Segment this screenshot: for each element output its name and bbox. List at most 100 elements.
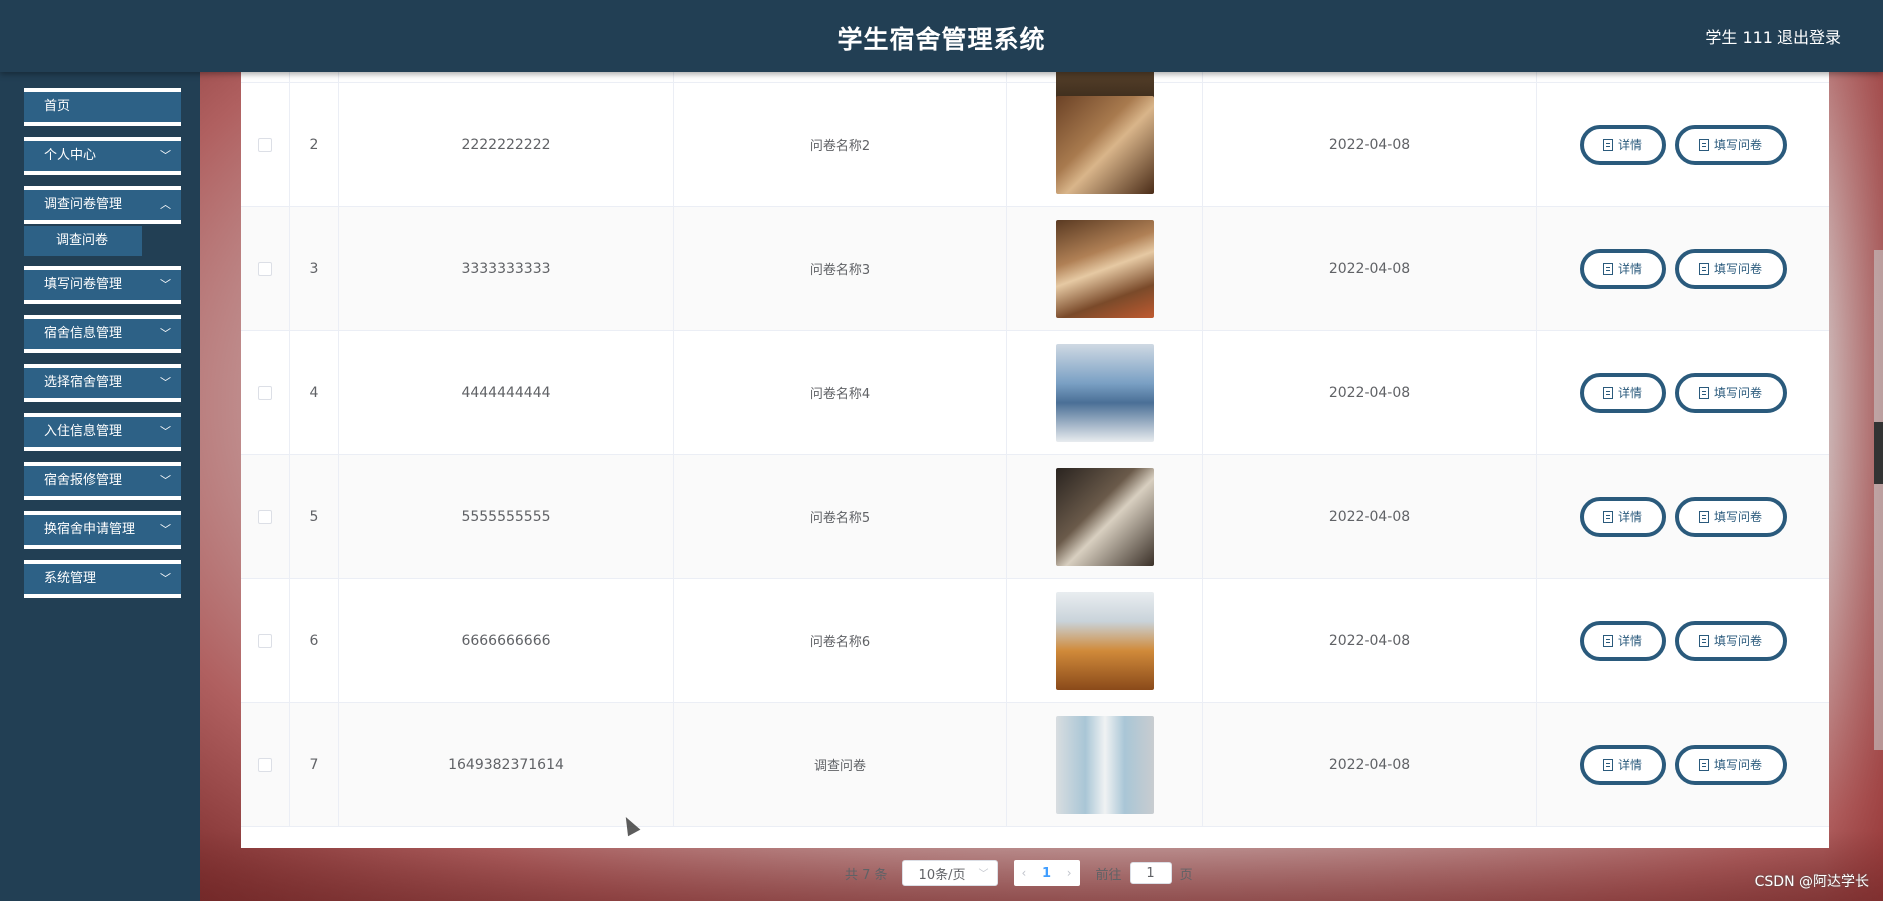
fill-survey-button[interactable]: 填写问卷 <box>1674 124 1787 165</box>
pagination: 共 7 条 10条/页 ﹀ ‹ 1 › 前往 页 <box>845 859 1193 887</box>
dorm-photo <box>1055 715 1154 814</box>
row-index: 3 <box>290 207 339 330</box>
row-index: 6 <box>290 579 339 702</box>
goto-prefix: 前往 <box>1095 867 1122 883</box>
row-checkbox[interactable] <box>258 261 272 276</box>
sidebar-item-dorm-info-management[interactable]: 宿舍信息管理 ﹀ <box>24 315 181 353</box>
sidebar-item-select-dorm-management[interactable]: 选择宿舍管理 ﹀ <box>24 364 181 402</box>
next-page-icon[interactable]: › <box>1067 866 1072 880</box>
survey-name: 问卷名称3 <box>674 207 1007 330</box>
chevron-down-icon: ﹀ <box>160 523 171 536</box>
current-page[interactable]: 1 <box>1042 866 1051 881</box>
scrollbar-track[interactable] <box>1874 250 1883 750</box>
chevron-down-icon: ﹀ <box>160 572 171 585</box>
survey-number: 4444444444 <box>339 331 674 454</box>
table-row: 2 2222222222 问卷名称2 2022-04-08 详情 填写问卷 <box>241 83 1829 207</box>
survey-name: 问卷名称2 <box>674 83 1007 206</box>
dorm-photo <box>1055 95 1154 194</box>
fill-survey-button[interactable]: 填写问卷 <box>1674 248 1787 289</box>
sidebar-item-label: 宿舍信息管理 <box>44 326 123 341</box>
sidebar-item-home[interactable]: 首页 <box>24 88 181 126</box>
dorm-photo <box>1055 343 1154 442</box>
survey-name: 问卷名称4 <box>674 331 1007 454</box>
pagination-total: 共 7 条 <box>845 867 888 883</box>
app-title: 学生宿舍管理系统 <box>837 25 1046 54</box>
sidebar-item-survey-management[interactable]: 调查问卷管理 ︿ <box>24 186 181 224</box>
sidebar-item-label: 选择宿舍管理 <box>44 375 123 390</box>
document-icon <box>1602 510 1613 523</box>
table-row <box>241 72 1829 105</box>
dorm-photo <box>1055 591 1154 690</box>
dorm-photo <box>1055 219 1154 318</box>
detail-button[interactable]: 详情 <box>1579 496 1666 537</box>
row-checkbox[interactable] <box>258 757 272 772</box>
document-icon <box>1602 634 1613 647</box>
row-index: 7 <box>290 703 339 826</box>
chevron-down-icon: ﹀ <box>160 474 171 487</box>
sidebar-item-label: 调查问卷管理 <box>44 197 123 212</box>
document-icon <box>1698 386 1709 399</box>
document-icon <box>1602 138 1613 151</box>
detail-button[interactable]: 详情 <box>1579 620 1666 661</box>
row-checkbox[interactable] <box>258 509 272 524</box>
chevron-down-icon: ﹀ <box>160 327 171 340</box>
main-content: 2 2222222222 问卷名称2 2022-04-08 详情 填写问卷 3 … <box>200 72 1883 901</box>
sidebar-subitem-survey[interactable]: 调查问卷 <box>24 226 142 256</box>
survey-name: 问卷名称5 <box>674 455 1007 578</box>
sidebar-item-label: 填写问卷管理 <box>44 277 123 292</box>
sidebar-item-repair-management[interactable]: 宿舍报修管理 ﹀ <box>24 462 181 500</box>
sidebar-item-personal-center[interactable]: 个人中心 ﹀ <box>24 137 181 175</box>
prev-page-icon[interactable]: ‹ <box>1022 866 1027 880</box>
detail-button[interactable]: 详情 <box>1579 372 1666 413</box>
survey-name: 调查问卷 <box>674 703 1007 826</box>
document-icon <box>1698 138 1709 151</box>
goto-page-input[interactable] <box>1129 862 1172 884</box>
chevron-down-icon: ﹀ <box>160 376 171 389</box>
sidebar-item-label: 入住信息管理 <box>44 424 123 439</box>
chevron-down-icon: ﹀ <box>978 869 989 880</box>
fill-survey-button[interactable]: 填写问卷 <box>1674 372 1787 413</box>
sidebar-item-checkin-management[interactable]: 入住信息管理 ﹀ <box>24 413 181 451</box>
document-icon <box>1698 634 1709 647</box>
sidebar-item-fill-survey-management[interactable]: 填写问卷管理 ﹀ <box>24 266 181 304</box>
fill-survey-button[interactable]: 填写问卷 <box>1674 744 1787 785</box>
row-index: 5 <box>290 455 339 578</box>
row-checkbox[interactable] <box>258 385 272 400</box>
table-row: 4 4444444444 问卷名称4 2022-04-08 详情 填写问卷 <box>241 331 1829 455</box>
row-index: 2 <box>290 83 339 206</box>
survey-date: 2022-04-08 <box>1203 83 1537 206</box>
detail-button[interactable]: 详情 <box>1579 744 1666 785</box>
sidebar-item-system-management[interactable]: 系统管理 ﹀ <box>24 560 181 598</box>
survey-table: 2 2222222222 问卷名称2 2022-04-08 详情 填写问卷 3 … <box>241 72 1829 848</box>
document-icon <box>1698 262 1709 275</box>
survey-date: 2022-04-08 <box>1203 207 1537 330</box>
dorm-photo <box>1055 467 1154 566</box>
sidebar-item-change-dorm-management[interactable]: 换宿舍申请管理 ﹀ <box>24 511 181 549</box>
table-row: 3 3333333333 问卷名称3 2022-04-08 详情 填写问卷 <box>241 207 1829 331</box>
document-icon <box>1602 262 1613 275</box>
page-size-select[interactable]: 10条/页 ﹀ <box>901 860 998 886</box>
row-checkbox[interactable] <box>258 633 272 648</box>
row-index: 4 <box>290 331 339 454</box>
document-icon <box>1602 758 1613 771</box>
chevron-down-icon: ﹀ <box>160 278 171 291</box>
document-icon <box>1602 386 1613 399</box>
detail-button[interactable]: 详情 <box>1579 124 1666 165</box>
detail-button[interactable]: 详情 <box>1579 248 1666 289</box>
survey-number: 2222222222 <box>339 83 674 206</box>
document-icon <box>1698 510 1709 523</box>
survey-date: 2022-04-08 <box>1203 455 1537 578</box>
current-user: 学生 111 <box>1705 28 1773 47</box>
sidebar-item-label: 宿舍报修管理 <box>44 473 123 488</box>
scrollbar-thumb[interactable] <box>1874 422 1883 484</box>
survey-date: 2022-04-08 <box>1203 579 1537 702</box>
survey-date: 2022-04-08 <box>1203 703 1537 826</box>
chevron-down-icon: ﹀ <box>160 149 171 162</box>
chevron-up-icon: ︿ <box>160 198 171 211</box>
sidebar-item-label: 换宿舍申请管理 <box>44 522 136 537</box>
logout-link[interactable]: 退出登录 <box>1777 24 1841 48</box>
fill-survey-button[interactable]: 填写问卷 <box>1674 496 1787 537</box>
fill-survey-button[interactable]: 填写问卷 <box>1674 620 1787 661</box>
watermark: CSDN @阿达学长 <box>1754 874 1869 890</box>
row-checkbox[interactable] <box>258 137 272 152</box>
